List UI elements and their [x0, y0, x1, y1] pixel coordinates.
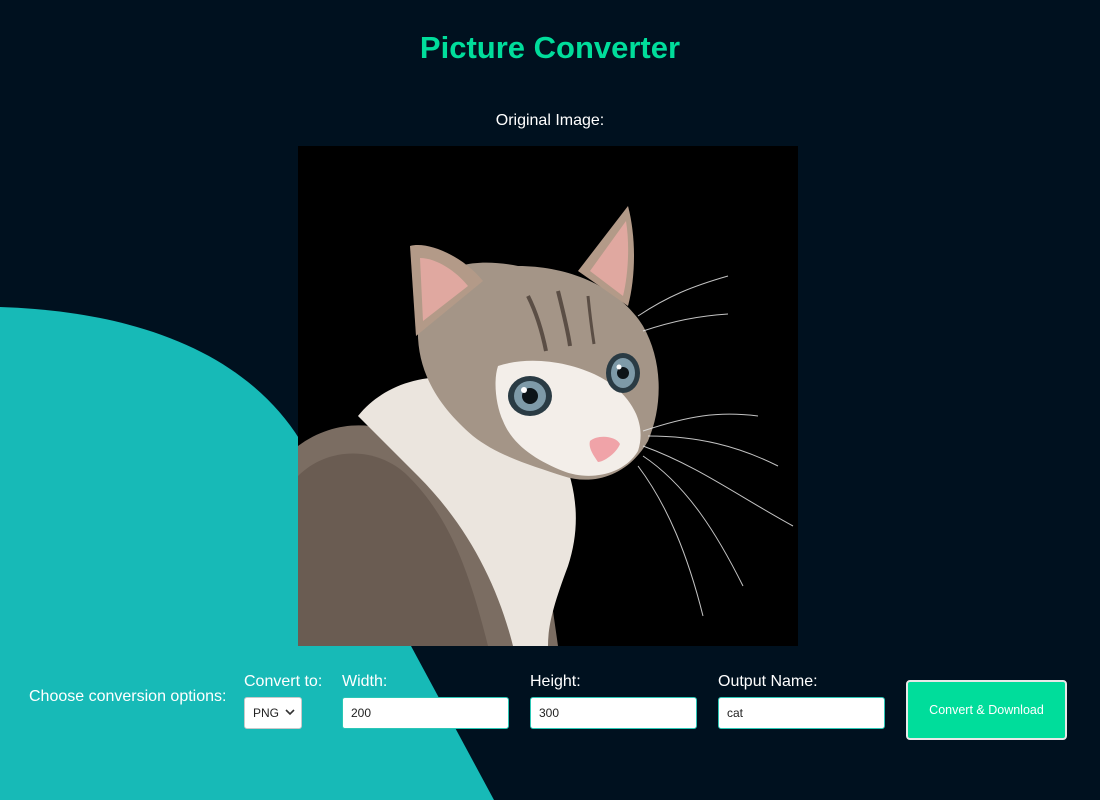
height-label: Height:	[530, 673, 581, 690]
width-input[interactable]	[342, 697, 509, 729]
format-select[interactable]: PNG	[244, 697, 302, 729]
original-image-label: Original Image:	[495, 112, 605, 129]
width-label: Width:	[342, 673, 388, 690]
original-image	[298, 146, 798, 646]
chevron-down-icon	[285, 709, 295, 716]
cat-photo-icon	[298, 146, 798, 646]
format-label: Convert to:	[244, 673, 323, 690]
output-name-input[interactable]	[718, 697, 885, 729]
page-title: Picture Converter	[419, 30, 681, 65]
conversion-options-label: Choose conversion options:	[29, 688, 227, 705]
output-name-label: Output Name:	[718, 673, 818, 690]
height-input[interactable]	[530, 697, 697, 729]
convert-download-button[interactable]: Convert & Download	[906, 680, 1067, 740]
format-select-value: PNG	[253, 706, 280, 720]
